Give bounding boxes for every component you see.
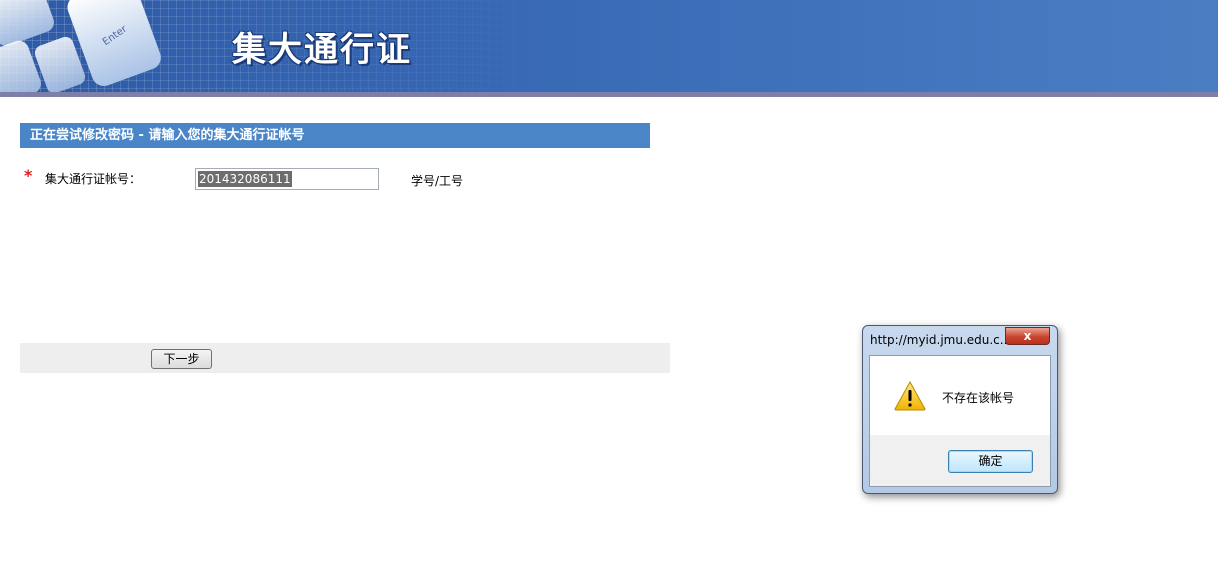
close-icon: x [1023,329,1032,343]
section-title: 正在尝试修改密码 - 请输入您的集大通行证帐号 [20,123,650,148]
alert-dialog: http://myid.jmu.edu.c... x 不存在该帐号 确定 [862,325,1058,494]
account-label: 集大通行证帐号： [45,172,142,186]
ok-button[interactable]: 确定 [948,450,1033,473]
keyboard-icon: Enter [0,0,161,92]
required-mark: * [24,166,33,185]
warning-icon [894,381,926,411]
account-input-value[interactable]: 201432086111 [198,171,292,187]
dialog-body: 不存在该帐号 确定 [869,355,1051,487]
next-step-button[interactable]: 下一步 [151,349,212,369]
dialog-message: 不存在该帐号 [942,391,1015,405]
form-footer-bar [20,343,670,373]
account-hint: 学号/工号 [411,174,464,188]
account-input[interactable]: 201432086111 [195,168,379,190]
banner-divider [0,92,1218,97]
header-banner: Enter 集大通行证 [0,0,1218,92]
site-title: 集大通行证 [232,30,412,70]
dialog-close-button[interactable]: x [1005,327,1050,345]
dialog-title: http://myid.jmu.edu.c... [870,333,1012,347]
